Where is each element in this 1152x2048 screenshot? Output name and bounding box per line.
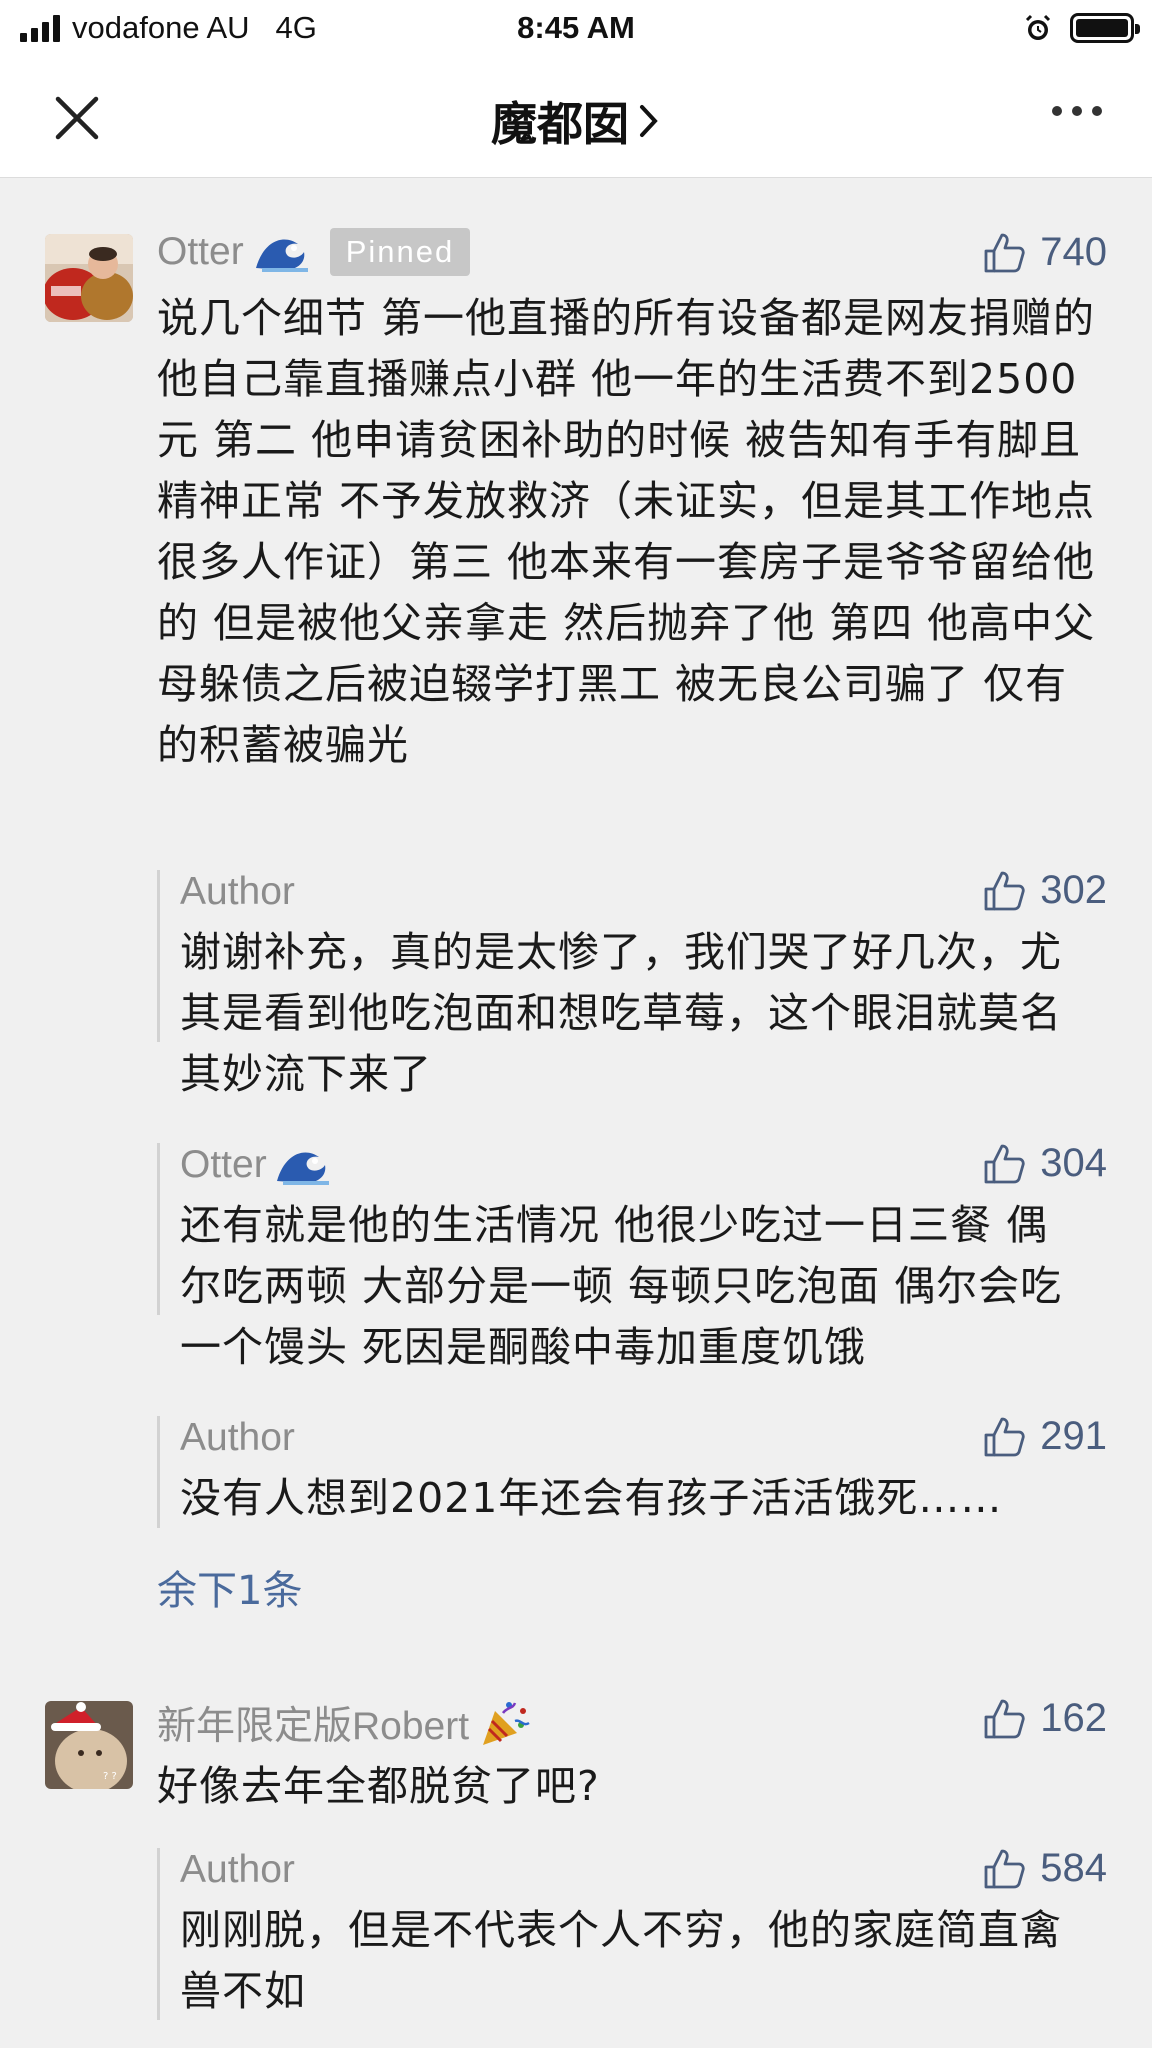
thumbs-up-icon	[984, 233, 1025, 272]
wave-emoji-icon	[276, 1152, 329, 1185]
status-right	[1022, 12, 1140, 44]
like-count: 304	[1040, 1141, 1107, 1185]
nav-title-container: 魔都囡	[0, 88, 1152, 154]
reply-item: Author 302 谢谢补充，真的是太惨了，我们哭了好几次，尤其是看到他吃泡面…	[157, 868, 1107, 1098]
reply-item: Otter 304 还有就是他的生活情况 他很少吃过一日三餐 偶尔吃两顿 大部分…	[157, 1141, 1107, 1371]
battery-icon	[1070, 13, 1140, 43]
reply-text: 刚刚脱，但是不代表个人不穷，他的家庭简直禽兽不如	[180, 1906, 1062, 2015]
more-dot	[1072, 106, 1082, 116]
author-name: 新年限定版Robert	[157, 1705, 470, 1748]
reply-text: 还有就是他的生活情况 他很少吃过一日三餐 偶尔吃两顿 大部分是一顿 每顿只吃泡面…	[180, 1201, 1063, 1371]
comment-author[interactable]: Otter Pinned	[157, 228, 471, 276]
comment-text: 好像去年全都脱贫了吧?	[157, 1762, 600, 1810]
reply-text: 谢谢补充，真的是太惨了，我们哭了好几次，尤其是看到他吃泡面和想吃草莓，这个眼泪就…	[180, 928, 1062, 1098]
account-title-button[interactable]: 魔都囡	[491, 88, 661, 154]
like-button[interactable]: 162	[982, 1696, 1107, 1741]
comment-author[interactable]: 新年限定版Robert	[157, 1695, 531, 1751]
nav-bar: 魔都囡	[0, 58, 1152, 178]
thumbs-up-icon	[984, 1849, 1025, 1888]
avatar-image: ? ?	[45, 1701, 133, 1789]
svg-text:? ?: ? ?	[103, 1771, 117, 1782]
like-button[interactable]: 304	[982, 1141, 1107, 1186]
page-title: 魔都囡	[491, 97, 629, 151]
more-dot	[1052, 106, 1062, 116]
like-count: 740	[1040, 230, 1107, 274]
reply-author[interactable]: Author	[180, 870, 295, 914]
thumbs-up-icon	[984, 1699, 1025, 1738]
reply-author-name: Otter	[180, 1143, 267, 1186]
more-replies-link[interactable]: 余下1条	[157, 1558, 302, 1616]
reply-author[interactable]: Author	[180, 1848, 295, 1892]
thumbs-up-icon	[984, 1417, 1025, 1456]
alarm-icon	[1025, 14, 1051, 40]
thumbs-up-icon	[984, 1144, 1025, 1183]
reply-item: Author 291 没有人想到2021年还会有孩子活活饿死……	[157, 1414, 1107, 1528]
like-count: 162	[1040, 1696, 1107, 1740]
thumbs-up-icon	[984, 871, 1025, 910]
more-dot	[1092, 106, 1102, 116]
reply-text: 没有人想到2021年还会有孩子活活饿死……	[180, 1474, 1003, 1522]
like-count: 291	[1040, 1414, 1107, 1458]
party-popper-icon	[483, 1702, 530, 1745]
reply-item: Author 584 刚刚脱，但是不代表个人不穷，他的家庭简直禽兽不如	[157, 1846, 1107, 2020]
more-options-button[interactable]	[1052, 106, 1102, 116]
wave-emoji-icon	[255, 239, 308, 272]
like-button[interactable]: 740	[982, 230, 1107, 275]
avatar-image	[45, 234, 133, 322]
like-button[interactable]: 584	[982, 1846, 1107, 1891]
pinned-badge: Pinned	[329, 228, 471, 276]
status-time: 8:45 AM	[517, 10, 635, 45]
status-bar: vodafone AU 4G 8:45 AM	[0, 0, 1152, 58]
reply-author[interactable]: Otter	[180, 1143, 331, 1187]
like-button[interactable]: 291	[982, 1414, 1107, 1459]
avatar[interactable]	[45, 234, 133, 322]
author-name: Otter	[157, 230, 244, 273]
avatar[interactable]: ? ?	[45, 1701, 133, 1789]
like-count: 302	[1040, 868, 1107, 912]
comment-text: 说几个细节 第一他直播的所有设备都是网友捐赠的 他自己靠直播赚点小群 他一年的生…	[157, 294, 1096, 769]
reply-author[interactable]: Author	[180, 1416, 295, 1460]
chevron-right-icon	[640, 105, 658, 137]
like-count: 584	[1040, 1846, 1107, 1890]
like-button[interactable]: 302	[982, 868, 1107, 913]
